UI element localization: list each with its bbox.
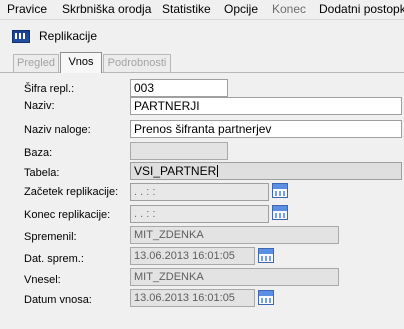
text-caret [217, 165, 219, 177]
baza-input[interactable] [130, 142, 228, 160]
naziv-naloge-input[interactable]: Prenos šifranta partnerjev [130, 120, 402, 138]
tab-vnos-label: Vnos [68, 56, 94, 68]
tab-podrobnosti[interactable]: Podrobnosti [103, 54, 171, 72]
spremenil-input[interactable]: MIT_ZDENKA [130, 226, 339, 244]
spremenil-label: Spremenil: [24, 231, 77, 243]
tab-pregled[interactable]: Pregled [13, 54, 59, 72]
menu-pravice[interactable]: Pravice [7, 2, 47, 16]
dat-sprem-input[interactable]: 13.06.2013 16:01:05 [130, 247, 255, 265]
naziv-label: Naziv: [24, 100, 55, 112]
tabela-input[interactable]: VSI_PARTNER [130, 162, 402, 180]
calendar-icon[interactable] [258, 248, 274, 263]
calendar-icon[interactable] [272, 205, 288, 220]
tabela-value: VSI_PARTNER [134, 164, 217, 178]
menu-skrbniska-orodja[interactable]: Skrbniška orodja [62, 2, 151, 16]
menu-opcije[interactable]: Opcije [224, 2, 258, 16]
tabela-label: Tabela: [24, 167, 60, 179]
calendar-icon[interactable] [258, 290, 274, 305]
vnesel-label: Vnesel: [24, 274, 61, 286]
dat-sprem-label: Dat. sprem.: [24, 253, 84, 265]
konec-input[interactable]: . . : : [130, 205, 269, 223]
vnesel-input[interactable]: MIT_ZDENKA [130, 268, 339, 286]
app-window: Pravice Skrbniška orodja Statistike Opci… [0, 0, 404, 329]
calendar-icon[interactable] [272, 183, 288, 198]
zacetek-label: Začetek replikacije: [24, 186, 119, 198]
tab-podrobnosti-label: Podrobnosti [107, 57, 167, 69]
app-logo-icon [12, 30, 30, 43]
konec-label: Konec replikacije: [24, 209, 111, 221]
menu-konec[interactable]: Konec [272, 2, 306, 16]
datum-vnosa-label: Datum vnosa: [24, 294, 92, 306]
sifra-label: Šifra repl.: [24, 83, 75, 95]
menu-statistike[interactable]: Statistike [162, 2, 211, 16]
menu-bar: Pravice Skrbniška orodja Statistike Opci… [0, 0, 404, 20]
naziv-input[interactable]: PARTNERJI [130, 97, 402, 115]
window-title: Replikacije [39, 29, 98, 43]
zacetek-input[interactable]: . . : : [130, 183, 269, 201]
tab-vnos[interactable]: Vnos [60, 52, 102, 73]
datum-vnosa-input[interactable]: 13.06.2013 16:01:05 [130, 289, 255, 307]
naziv-naloge-label: Naziv naloge: [24, 124, 91, 136]
menu-dodatni-postopki[interactable]: Dodatni postopk [319, 2, 404, 16]
baza-label: Baza: [24, 147, 53, 159]
app-logo-bars [15, 33, 27, 39]
tab-pregled-label: Pregled [17, 57, 55, 69]
sifra-input[interactable]: 003 [130, 79, 228, 97]
